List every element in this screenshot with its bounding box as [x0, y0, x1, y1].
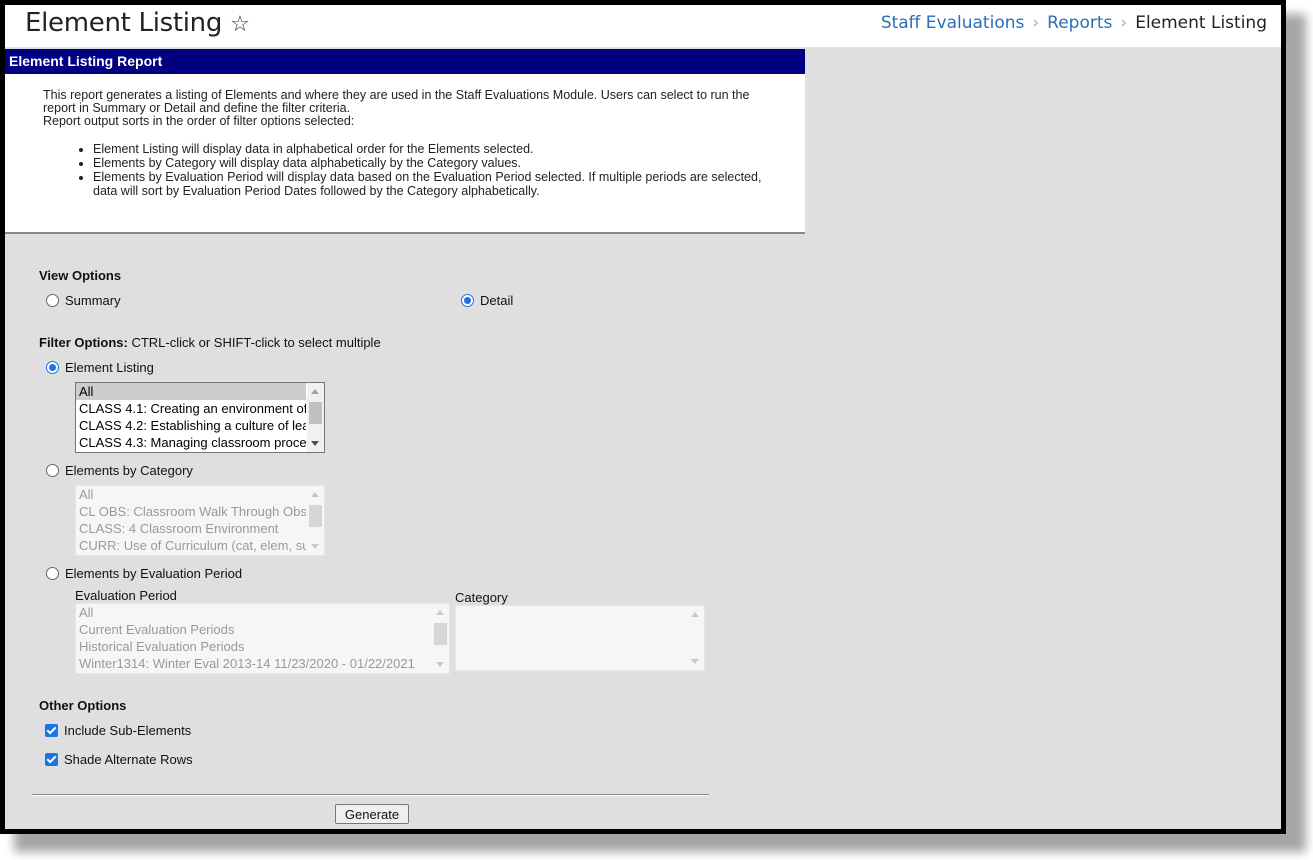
element-listing-select[interactable]: All CLASS 4.1: Creating an environment o… [75, 382, 325, 453]
scroll-down-icon[interactable] [691, 659, 699, 664]
category-label: Category [455, 590, 508, 605]
divider [32, 794, 709, 796]
scroll-thumb[interactable] [309, 402, 322, 424]
generate-button[interactable]: Generate [335, 804, 409, 824]
breadcrumb-current: Element Listing [1135, 13, 1267, 33]
scroll-down-icon[interactable] [311, 441, 319, 446]
description-text: This report generates a listing of Eleme… [43, 89, 763, 128]
summary-radio[interactable]: Summary [46, 293, 121, 308]
other-options-label: Other Options [39, 698, 127, 713]
radio-unselected-icon [46, 567, 59, 580]
listbox-option[interactable]: Historical Evaluation Periods [76, 638, 431, 655]
page-content: Element Listing ☆ Staff Evaluations › Repor… [5, 5, 1281, 829]
checkbox-checked-icon [45, 724, 58, 737]
breadcrumb-reports[interactable]: Reports [1047, 13, 1112, 33]
view-options-label: View Options [39, 268, 122, 283]
filter-options-hint: CTRL-click or SHIFT-click to select mult… [131, 335, 381, 350]
evaluation-period-label: Evaluation Period [75, 588, 177, 603]
scroll-down-icon[interactable] [311, 544, 319, 549]
radio-selected-icon [46, 361, 59, 374]
chevron-right-icon: › [1032, 13, 1040, 33]
elements-by-category-radio[interactable]: Elements by Category [46, 463, 193, 478]
listbox-option[interactable]: CL OBS: Classroom Walk Through Observati… [76, 503, 306, 520]
listbox-option[interactable]: CLASS 4.2: Establishing a culture of lea… [76, 417, 306, 434]
period-category-select[interactable] [455, 605, 705, 671]
category-select[interactable]: All CL OBS: Classroom Walk Through Obser… [75, 485, 325, 556]
sort-rules-list: Element Listing will display data in alp… [5, 142, 773, 198]
report-description: This report generates a listing of Eleme… [5, 74, 805, 234]
checkbox-checked-icon [45, 753, 58, 766]
listbox-option[interactable]: CURR: Use of Curriculum (cat, elem, sub) [76, 537, 306, 554]
scroll-thumb[interactable] [309, 505, 322, 527]
elements-by-period-label: Elements by Evaluation Period [65, 566, 243, 581]
listbox-option[interactable]: All [76, 383, 306, 400]
description-paragraph: This report generates a listing of Eleme… [43, 88, 750, 115]
detail-label: Detail [480, 293, 514, 308]
sort-rule: Elements by Evaluation Period will displ… [93, 170, 773, 198]
elements-by-period-radio[interactable]: Elements by Evaluation Period [46, 566, 242, 581]
summary-label: Summary [65, 293, 121, 308]
listbox-option[interactable]: All [76, 604, 431, 621]
scroll-up-icon[interactable] [436, 610, 444, 615]
filter-options-label: Filter Options: [39, 335, 128, 350]
shade-alternate-rows-checkbox[interactable]: Shade Alternate Rows [45, 752, 193, 767]
scroll-up-icon[interactable] [311, 389, 319, 394]
scroll-up-icon[interactable] [691, 612, 699, 617]
radio-selected-icon [461, 294, 474, 307]
filter-options-heading: Filter Options: CTRL-click or SHIFT-clic… [39, 335, 381, 350]
scrollbar[interactable] [432, 604, 449, 673]
listbox-option[interactable]: All [76, 486, 306, 503]
scroll-up-icon[interactable] [311, 492, 319, 497]
evaluation-period-select[interactable]: All Current Evaluation Periods Historica… [75, 603, 450, 674]
elements-by-category-label: Elements by Category [65, 463, 193, 478]
listbox-option[interactable]: CLASS 4.1: Creating an environment of [76, 400, 306, 417]
listbox-option[interactable]: Current Evaluation Periods [76, 621, 431, 638]
star-outline-icon[interactable]: ☆ [230, 12, 250, 37]
shade-alternate-rows-label: Shade Alternate Rows [64, 752, 193, 767]
element-listing-label: Element Listing [65, 360, 154, 375]
include-sub-elements-label: Include Sub-Elements [64, 723, 192, 738]
scrollbar[interactable] [687, 606, 704, 670]
sort-rule: Elements by Category will display data a… [93, 156, 773, 170]
detail-radio[interactable]: Detail [461, 293, 513, 308]
scrollbar[interactable] [307, 486, 324, 555]
listbox-option[interactable]: CLASS: 4 Classroom Environment [76, 520, 306, 537]
radio-unselected-icon [46, 464, 59, 477]
sort-rule: Element Listing will display data in alp… [93, 142, 773, 156]
scrollbar[interactable] [307, 383, 324, 452]
scroll-thumb[interactable] [434, 623, 447, 645]
sort-intro: Report output sorts in the order of filt… [43, 114, 355, 128]
listbox-option[interactable]: Winter1314: Winter Eval 2013-14 11/23/20… [76, 655, 431, 672]
listbox-option[interactable]: CLASS 4.3: Managing classroom procedures [76, 434, 306, 451]
scroll-down-icon[interactable] [436, 662, 444, 667]
breadcrumb-staff-evaluations[interactable]: Staff Evaluations [881, 13, 1025, 33]
breadcrumb: Staff Evaluations › Reports › Element Listin… [881, 13, 1267, 33]
page-title: Element Listing ☆ [25, 8, 250, 38]
include-sub-elements-checkbox[interactable]: Include Sub-Elements [45, 723, 191, 738]
report-header: Element Listing Report [5, 49, 805, 74]
page-title-text: Element Listing [25, 8, 223, 38]
element-listing-radio[interactable]: Element Listing [46, 360, 154, 375]
page-header: Element Listing ☆ Staff Evaluations › Repor… [5, 5, 1281, 47]
window-frame: Element Listing ☆ Staff Evaluations › Repor… [0, 0, 1286, 834]
chevron-right-icon: › [1120, 13, 1128, 33]
radio-unselected-icon [46, 294, 59, 307]
